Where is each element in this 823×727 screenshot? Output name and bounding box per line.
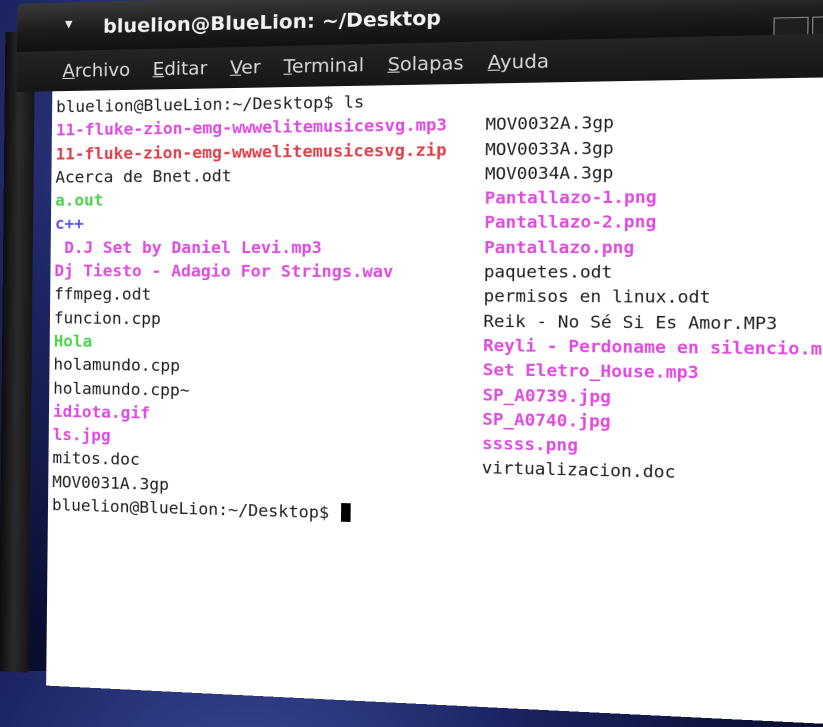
file-entry: Acerca de Bnet.odt bbox=[55, 165, 232, 187]
window-edge bbox=[0, 31, 36, 673]
file-entry: Reik - No Sé Si Es Amor.MP3 bbox=[483, 310, 778, 334]
terminal-output[interactable]: bluelion@BlueLion:~/Desktop$ ls 11-fluke… bbox=[46, 76, 823, 727]
menu-solapas[interactable]: Solapas bbox=[387, 52, 463, 76]
menu-editar[interactable]: Editar bbox=[152, 57, 207, 80]
file-entry: Pantallazo.png bbox=[484, 236, 635, 258]
file-entry: 11-fluke-zion-emg-wwwelitemusicesvg.zip bbox=[55, 139, 447, 164]
menu-ver[interactable]: Ver bbox=[230, 56, 261, 78]
file-entry: a.out bbox=[55, 190, 104, 210]
file-entry: ffmpeg.odt bbox=[54, 284, 152, 305]
listing-column-1: 11-fluke-zion-emg-wwwelitemusicesvg.mp3 1… bbox=[52, 112, 485, 505]
terminal-window: ▾ bluelion@BlueLion: ~/Desktop ▁ □ X Arc… bbox=[0, 0, 823, 727]
file-entry: MOV0034A.3gp bbox=[484, 162, 614, 184]
file-entry: permisos en linux.odt bbox=[483, 286, 711, 308]
file-entry: c++ bbox=[54, 214, 84, 234]
menu-ayuda[interactable]: Ayuda bbox=[488, 50, 550, 73]
file-entry: funcion.cpp bbox=[53, 307, 161, 328]
window-menu-icon[interactable]: ▾ bbox=[65, 14, 73, 32]
window-title: bluelion@BlueLion: ~/Desktop bbox=[102, 6, 442, 38]
menu-archivo[interactable]: Archivo bbox=[62, 59, 130, 82]
prompt-text: bluelion@BlueLion:~/Desktop$ bbox=[51, 495, 340, 523]
file-entry: Pantallazo-1.png bbox=[484, 186, 657, 209]
file-entry: Dj Tiesto - Adagio For Strings.wav bbox=[54, 261, 394, 282]
file-entry: Pantallazo-2.png bbox=[484, 211, 657, 233]
listing-column-2: MOV0032A.3gp MOV0033A.3gp MOV0034A.3gp Pant… bbox=[481, 107, 823, 515]
text-cursor bbox=[341, 503, 352, 523]
file-entry: MOV0033A.3gp bbox=[485, 137, 614, 159]
menu-terminal[interactable]: Terminal bbox=[283, 54, 364, 77]
file-entry: D.J Set by Daniel Levi.mp3 bbox=[54, 237, 322, 258]
file-entry: paquetes.odt bbox=[483, 261, 613, 283]
